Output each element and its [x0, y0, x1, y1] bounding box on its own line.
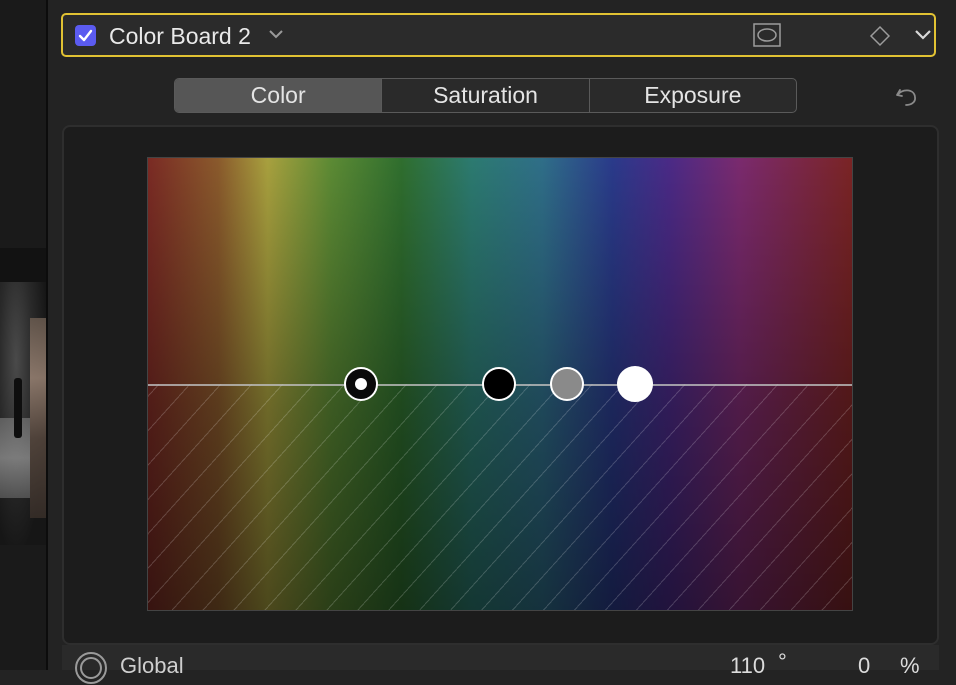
- tab-saturation[interactable]: Saturation: [382, 79, 590, 112]
- board-tabs: Color Saturation Exposure: [174, 78, 797, 113]
- enable-checkbox[interactable]: [75, 25, 96, 46]
- viewer-thumbnail: [0, 248, 46, 545]
- percent-value-field[interactable]: 0: [858, 653, 870, 679]
- mask-icon[interactable]: [753, 23, 781, 47]
- checkmark-icon: [78, 29, 93, 42]
- color-board[interactable]: [147, 157, 853, 611]
- keyframe-diamond-icon[interactable]: [869, 25, 891, 47]
- percent-unit: %: [900, 653, 920, 678]
- panel-divider: [46, 0, 48, 670]
- viewer-strip: [0, 0, 46, 670]
- tab-color[interactable]: Color: [175, 79, 383, 112]
- shadows-puck[interactable]: [482, 367, 516, 401]
- effect-header: Color Board 2: [61, 13, 936, 57]
- negative-region-hatch: [148, 384, 852, 610]
- angle-unit: °: [778, 649, 787, 674]
- global-label: Global: [120, 653, 184, 678]
- chevron-down-icon[interactable]: [915, 29, 931, 40]
- readout-row: Global 110 ° 0 %: [62, 645, 939, 684]
- chevron-down-icon[interactable]: [269, 29, 283, 39]
- master-puck[interactable]: [344, 367, 378, 401]
- midtones-puck[interactable]: [550, 367, 584, 401]
- highlights-puck[interactable]: [617, 366, 653, 402]
- effect-name[interactable]: Color Board 2: [109, 23, 251, 50]
- angle-value-field[interactable]: 110: [730, 653, 765, 679]
- tab-exposure[interactable]: Exposure: [590, 79, 796, 112]
- global-target-icon[interactable]: [74, 651, 108, 685]
- undo-icon[interactable]: [894, 84, 920, 110]
